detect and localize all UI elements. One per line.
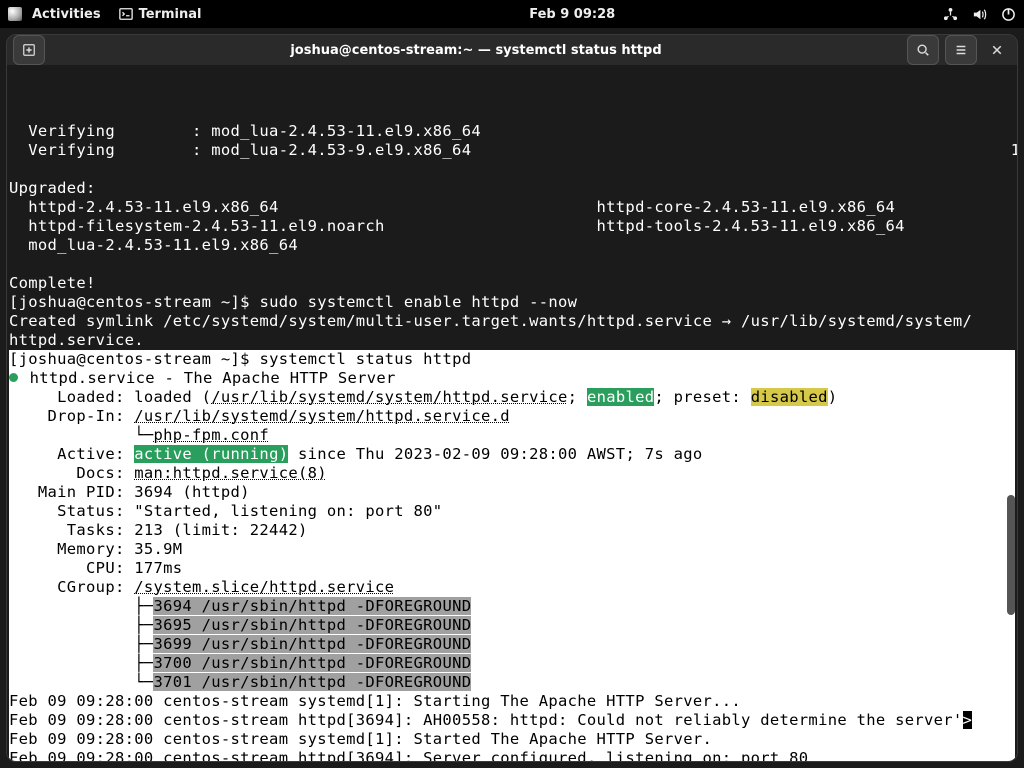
gnome-top-panel: Activities Terminal Feb 9 09:28 xyxy=(0,0,1024,28)
term-line: httpd.service. xyxy=(9,331,144,349)
status-dot-icon xyxy=(9,373,18,382)
journal-line: Feb 09 09:28:00 centos-stream systemd[1]… xyxy=(9,692,1015,711)
terminal-content: Verifying : mod_lua-2.4.53-11.el9.x86_64… xyxy=(7,103,1017,762)
activities-icon xyxy=(8,7,22,21)
terminal-viewport[interactable]: Verifying : mod_lua-2.4.53-11.el9.x86_64… xyxy=(7,65,1017,762)
panel-clock[interactable]: Feb 9 09:28 xyxy=(201,7,943,22)
active-label: Active: xyxy=(9,445,134,463)
cpu-line: CPU: 177ms xyxy=(9,559,1015,578)
terminal-window: joshua@centos-stream:~ — systemctl statu… xyxy=(6,34,1018,762)
term-line: Created symlink /etc/systemd/system/mult… xyxy=(9,312,972,330)
dropin-file: php-fpm.conf xyxy=(153,426,269,444)
docs-link: man:httpd.service(8) xyxy=(134,464,327,482)
memory-line: Memory: 35.9M xyxy=(9,540,1015,559)
active-badge: active (running) xyxy=(134,445,288,463)
dropin-label: Drop-In: xyxy=(9,407,134,425)
dropin-path: /usr/lib/systemd/system/httpd.service.d xyxy=(134,407,510,425)
clock-label: Feb 9 09:28 xyxy=(529,7,615,22)
app-menu-label: Terminal xyxy=(139,7,202,22)
scrollbar-thumb[interactable] xyxy=(1007,495,1015,615)
new-tab-button[interactable] xyxy=(13,35,45,65)
search-button[interactable] xyxy=(907,35,939,65)
process-line: 3695 /usr/sbin/httpd -DFOREGROUND xyxy=(153,616,471,634)
network-icon[interactable] xyxy=(943,7,958,22)
status-line: Status: "Started, listening on: port 80" xyxy=(9,502,1015,521)
docs-label: Docs: xyxy=(9,464,134,482)
term-line: httpd-2.4.53-11.el9.x86_64 httpd-core-2.… xyxy=(9,198,895,216)
service-title: httpd.service - The Apache HTTP Server xyxy=(20,369,396,387)
window-title: joshua@centos-stream:~ — systemctl statu… xyxy=(51,43,901,58)
preset-badge: disabled xyxy=(751,388,828,406)
process-line: 3700 /usr/sbin/httpd -DFOREGROUND xyxy=(153,654,471,672)
process-line: 3699 /usr/sbin/httpd -DFOREGROUND xyxy=(153,635,471,653)
menu-button[interactable] xyxy=(945,35,977,65)
journal-line: Feb 09 09:28:00 centos-stream httpd[3694… xyxy=(9,711,963,729)
process-line: 3694 /usr/sbin/httpd -DFOREGROUND xyxy=(153,597,471,615)
loaded-label: Loaded: loaded ( xyxy=(9,388,211,406)
term-line: Complete! xyxy=(9,274,96,292)
journal-line: Feb 09 09:28:00 centos-stream httpd[3694… xyxy=(9,749,1015,762)
term-line: Upgraded: xyxy=(9,179,96,197)
desktop-area: joshua@centos-stream:~ — systemctl statu… xyxy=(0,28,1024,768)
main-pid: Main PID: 3694 (httpd) xyxy=(9,483,1015,502)
command: sudo systemctl enable httpd --now xyxy=(259,293,577,311)
unit-file: /usr/lib/systemd/system/httpd.service xyxy=(211,388,567,406)
terminal-icon xyxy=(119,7,133,21)
term-line: Verifying : mod_lua-2.4.53-11.el9.x86_64… xyxy=(9,122,1018,140)
cgroup-path: /system.slice/httpd.service xyxy=(134,578,394,596)
prompt: [joshua@centos-stream ~]$ xyxy=(9,293,259,311)
term-line: mod_lua-2.4.53-11.el9.x86_64 xyxy=(9,236,298,254)
term-prompt: [joshua@centos-stream ~]$ sudo systemctl… xyxy=(9,293,577,311)
close-button[interactable] xyxy=(983,36,1011,64)
tasks-line: Tasks: 213 (limit: 22442) xyxy=(9,521,1015,540)
activities-label: Activities xyxy=(32,7,101,22)
active-since: since Thu 2023-02-09 09:28:00 AWST; 7s a… xyxy=(288,445,702,463)
app-menu[interactable]: Terminal xyxy=(119,7,202,22)
journal-line: Feb 09 09:28:00 centos-stream systemd[1]… xyxy=(9,730,1015,749)
term-line: httpd-filesystem-2.4.53-11.el9.noarch ht… xyxy=(9,217,905,235)
prompt: [joshua@centos-stream ~]$ xyxy=(9,350,259,368)
enabled-badge: enabled xyxy=(587,388,654,406)
power-icon[interactable] xyxy=(1001,7,1016,22)
process-line: 3701 /usr/sbin/httpd -DFOREGROUND xyxy=(153,673,471,691)
command: systemctl status httpd xyxy=(259,350,471,368)
window-titlebar[interactable]: joshua@centos-stream:~ — systemctl statu… xyxy=(7,35,1017,65)
status-block: [joshua@centos-stream ~]$ systemctl stat… xyxy=(9,350,1015,762)
term-line: Verifying : mod_lua-2.4.53-9.el9.x86_64 … xyxy=(9,141,1018,159)
cgroup-label: CGroup: xyxy=(9,578,134,596)
activities-button[interactable]: Activities xyxy=(8,7,101,22)
overflow-indicator: > xyxy=(963,711,973,729)
volume-icon[interactable] xyxy=(972,7,987,22)
